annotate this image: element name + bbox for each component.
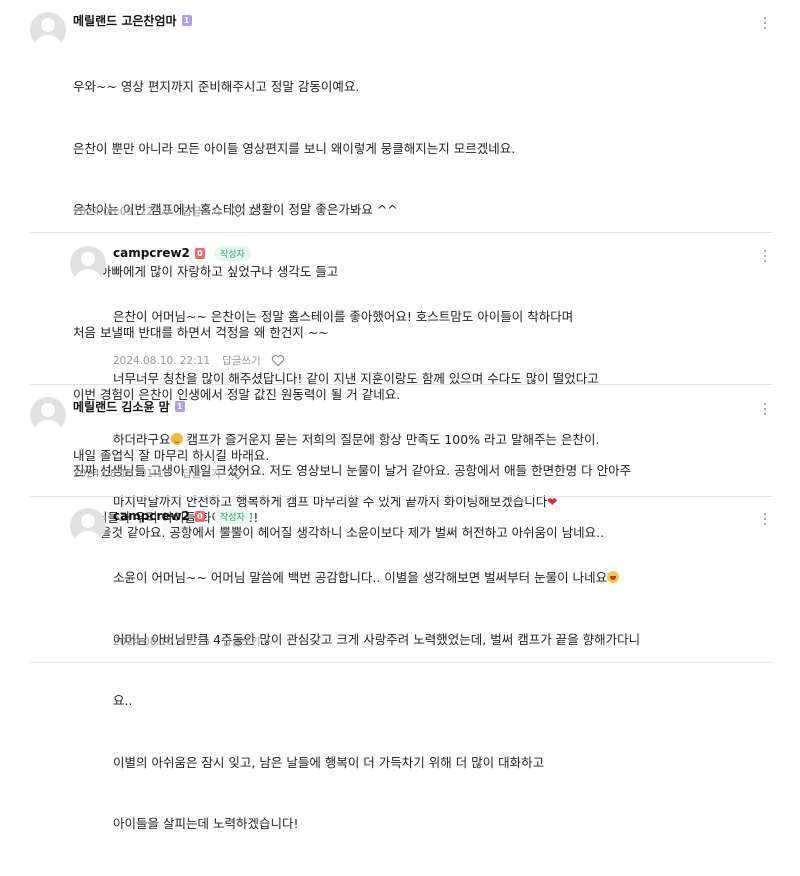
comment-body: 소윤이 어머님~~ 어머님 말씀에 백번 공감합니다.. 이별을 생각해보면 벌… [113, 570, 641, 831]
heart-outline-icon [271, 354, 284, 367]
comment-author[interactable]: campcrew2 [113, 246, 190, 260]
comment-author[interactable]: 메릴랜드 김소윤 맘 [73, 398, 170, 415]
avatar[interactable] [70, 246, 106, 282]
like-count: 1 [247, 205, 255, 218]
reply-button[interactable]: 답글쓰기 [222, 353, 261, 368]
comment-date: 2024.08.10. 01:10 [73, 467, 171, 480]
more-options-button[interactable] [758, 510, 772, 528]
like-button[interactable]: 1 [231, 205, 255, 218]
heart-outline-icon [231, 205, 244, 218]
divider [30, 384, 772, 385]
avatar[interactable] [70, 508, 106, 544]
laughing-emoji-icon [607, 571, 620, 583]
comment-author-row: 메릴랜드 고은찬엄마 1 [73, 10, 192, 30]
writer-badge: 작성자 [213, 245, 251, 261]
comment-author-row: campcrew2 0 작성자 [113, 243, 251, 263]
more-options-button[interactable] [758, 400, 772, 418]
comment-meta: 2024.08.10. 22:15 답글쓰기 [113, 634, 261, 649]
like-button[interactable] [271, 354, 285, 367]
avatar[interactable] [30, 397, 66, 433]
comment-meta: 2024.08.10. 01:10 답글쓰기 [73, 466, 245, 481]
comment-meta: 2024.08.09. 22:16 답글쓰기 1 [73, 204, 254, 219]
like-button[interactable] [231, 467, 245, 480]
member-level-badge: 0 [194, 510, 205, 522]
comment-author-row: campcrew2 0 작성자 [113, 506, 251, 526]
comment-date: 2024.08.10. 22:15 [113, 635, 211, 648]
comment-author[interactable]: 메릴랜드 고은찬엄마 [73, 12, 177, 29]
divider [30, 662, 772, 663]
reply-button[interactable]: 답글쓰기 [182, 466, 221, 481]
heart-outline-icon [231, 467, 244, 480]
comment-author[interactable]: campcrew2 [113, 509, 190, 523]
writer-badge: 작성자 [213, 508, 251, 524]
member-level-badge: 1 [181, 14, 192, 26]
comment-date: 2024.08.09. 22:16 [73, 205, 171, 218]
more-options-button[interactable] [758, 247, 772, 265]
member-level-badge: 1 [174, 400, 185, 412]
comment-meta: 2024.08.10. 22:11 답글쓰기 [113, 353, 285, 368]
more-options-button[interactable] [758, 14, 772, 32]
member-level-badge: 0 [194, 247, 205, 259]
reply-button[interactable]: 답글쓰기 [182, 204, 221, 219]
comment-date: 2024.08.10. 22:11 [113, 354, 211, 367]
divider [30, 232, 772, 233]
comment-author-row: 메릴랜드 김소윤 맘 1 [73, 396, 185, 416]
reply-button[interactable]: 답글쓰기 [222, 634, 261, 649]
avatar[interactable] [30, 12, 66, 48]
divider [30, 496, 772, 497]
